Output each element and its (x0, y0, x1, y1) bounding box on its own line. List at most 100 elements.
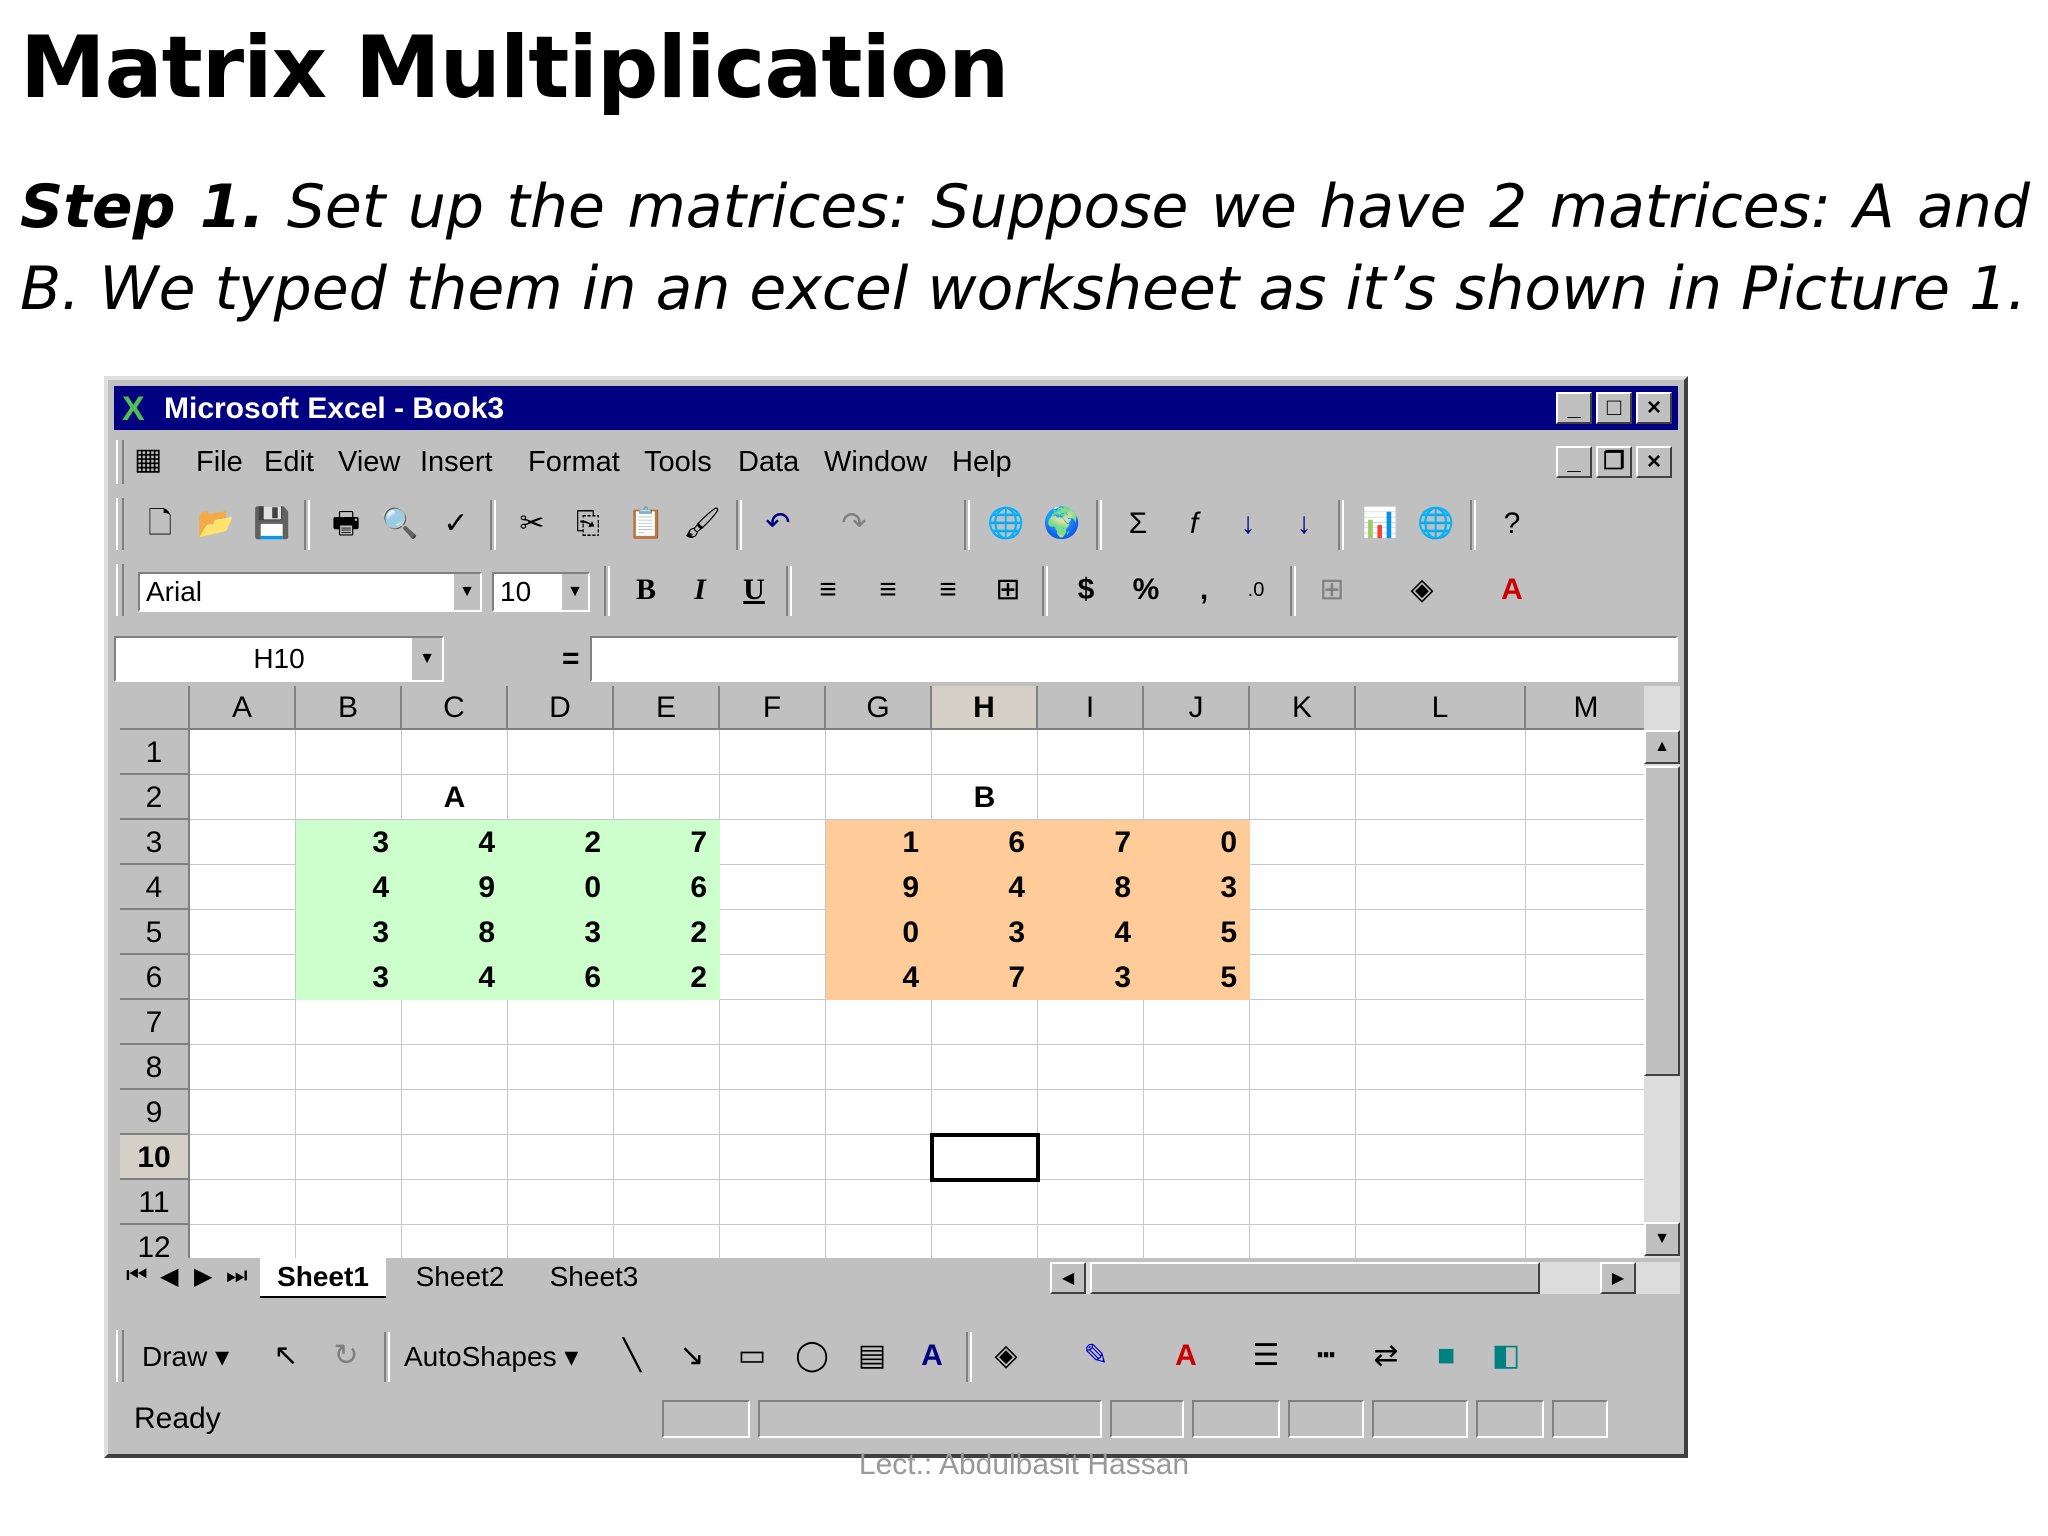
cell-K11[interactable] (1250, 1180, 1356, 1225)
toolbar-grip[interactable] (116, 1330, 124, 1382)
cell-J1[interactable] (1144, 730, 1250, 775)
cell-B9[interactable] (296, 1090, 402, 1135)
cell-G3[interactable]: 1 (826, 820, 932, 865)
open-icon[interactable]: 📂 (194, 502, 238, 546)
cell-L7[interactable] (1356, 1000, 1526, 1045)
column-header-I[interactable]: I (1038, 686, 1144, 730)
cell-H4[interactable]: 4 (932, 865, 1038, 910)
next-sheet-icon[interactable]: ▶ (194, 1262, 212, 1291)
cell-F1[interactable] (720, 730, 826, 775)
dash-style-icon[interactable]: ┅ (1304, 1334, 1348, 1378)
cell-H1[interactable] (932, 730, 1038, 775)
italic-icon[interactable]: I (678, 568, 722, 612)
cell-B2[interactable] (296, 775, 402, 820)
menu-help[interactable]: Help (952, 446, 1012, 479)
cell-C6[interactable]: 4 (402, 955, 508, 1000)
scroll-thumb[interactable] (1644, 766, 1680, 1076)
cell-M2[interactable] (1526, 775, 1646, 820)
cell-K7[interactable] (1250, 1000, 1356, 1045)
merge-center-icon[interactable]: ⊞ (986, 568, 1030, 612)
align-center-icon[interactable]: ≡ (866, 568, 910, 612)
draw-menu-button[interactable]: Draw ▾ (142, 1340, 229, 1373)
map-icon[interactable]: 🌐 (1414, 502, 1458, 546)
cell-H8[interactable] (932, 1045, 1038, 1090)
cell-B3[interactable]: 3 (296, 820, 402, 865)
cell-C8[interactable] (402, 1045, 508, 1090)
menu-window[interactable]: Window (824, 446, 927, 479)
fill-color-icon[interactable]: ◈ (1400, 568, 1444, 612)
close-button[interactable]: × (1636, 392, 1672, 424)
cell-M10[interactable] (1526, 1135, 1646, 1180)
cell-H3[interactable]: 6 (932, 820, 1038, 865)
print-preview-icon[interactable]: 🔍 (378, 502, 422, 546)
cell-E10[interactable] (614, 1135, 720, 1180)
h-scroll-thumb[interactable] (1090, 1262, 1540, 1294)
row-header-11[interactable]: 11 (120, 1180, 190, 1225)
currency-icon[interactable]: $ (1064, 568, 1108, 612)
insert-hyperlink-icon[interactable]: 🌐 (984, 502, 1028, 546)
toolbar-grip[interactable] (116, 498, 124, 550)
menu-tools[interactable]: Tools (644, 446, 712, 479)
toolbar-grip[interactable] (116, 564, 124, 616)
print-icon[interactable]: 🖶 (324, 502, 368, 546)
minimize-button[interactable]: _ (1556, 392, 1592, 424)
cell-I5[interactable]: 4 (1038, 910, 1144, 955)
column-header-A[interactable]: A (190, 686, 296, 730)
cell-I10[interactable] (1038, 1135, 1144, 1180)
cell-M4[interactable] (1526, 865, 1646, 910)
cell-C1[interactable] (402, 730, 508, 775)
cell-H6[interactable]: 7 (932, 955, 1038, 1000)
cell-D2[interactable] (508, 775, 614, 820)
shadow-icon[interactable]: ■ (1424, 1334, 1468, 1378)
cell-D9[interactable] (508, 1090, 614, 1135)
cell-E11[interactable] (614, 1180, 720, 1225)
cell-F5[interactable] (720, 910, 826, 955)
cell-H7[interactable] (932, 1000, 1038, 1045)
cell-J4[interactable]: 3 (1144, 865, 1250, 910)
cell-A3[interactable] (190, 820, 296, 865)
cell-L9[interactable] (1356, 1090, 1526, 1135)
cell-A5[interactable] (190, 910, 296, 955)
cell-E8[interactable] (614, 1045, 720, 1090)
cell-G1[interactable] (826, 730, 932, 775)
cell-G11[interactable] (826, 1180, 932, 1225)
cell-I9[interactable] (1038, 1090, 1144, 1135)
cell-E1[interactable] (614, 730, 720, 775)
rectangle-icon[interactable]: ▭ (730, 1334, 774, 1378)
cell-M6[interactable] (1526, 955, 1646, 1000)
spelling-icon[interactable]: ✓ (434, 502, 478, 546)
cell-B7[interactable] (296, 1000, 402, 1045)
3d-icon[interactable]: ◧ (1484, 1334, 1528, 1378)
column-header-F[interactable]: F (720, 686, 826, 730)
horizontal-scrollbar[interactable]: ◀ ▶ (1050, 1262, 1680, 1294)
cell-I11[interactable] (1038, 1180, 1144, 1225)
cell-E9[interactable] (614, 1090, 720, 1135)
vertical-scrollbar[interactable]: ▲ ▼ (1644, 686, 1680, 1258)
menu-insert[interactable]: Insert (420, 446, 493, 479)
cell-C3[interactable]: 4 (402, 820, 508, 865)
autosum-icon[interactable]: Σ (1116, 502, 1160, 546)
sheet-tab-sheet3[interactable]: Sheet3 (534, 1258, 654, 1296)
row-header-9[interactable]: 9 (120, 1090, 190, 1135)
column-header-H[interactable]: H (932, 686, 1038, 730)
cell-C2[interactable]: A (402, 775, 508, 820)
cell-F9[interactable] (720, 1090, 826, 1135)
increase-decimal-icon[interactable]: .0 (1234, 568, 1278, 612)
row-header-5[interactable]: 5 (120, 910, 190, 955)
scroll-up-icon[interactable]: ▲ (1644, 730, 1680, 764)
cell-I4[interactable]: 8 (1038, 865, 1144, 910)
column-header-D[interactable]: D (508, 686, 614, 730)
cell-C4[interactable]: 9 (402, 865, 508, 910)
menu-file[interactable]: File (196, 446, 243, 479)
select-all-corner[interactable] (120, 686, 190, 730)
cell-A10[interactable] (190, 1135, 296, 1180)
cell-F8[interactable] (720, 1045, 826, 1090)
workbook-icon[interactable]: ▦ (134, 442, 162, 477)
formula-input[interactable] (590, 636, 1678, 682)
cell-F6[interactable] (720, 955, 826, 1000)
cell-B5[interactable]: 3 (296, 910, 402, 955)
borders-icon[interactable]: ⊞ (1310, 568, 1354, 612)
comma-style-icon[interactable]: , (1182, 568, 1226, 612)
cell-L4[interactable] (1356, 865, 1526, 910)
cell-J10[interactable] (1144, 1135, 1250, 1180)
